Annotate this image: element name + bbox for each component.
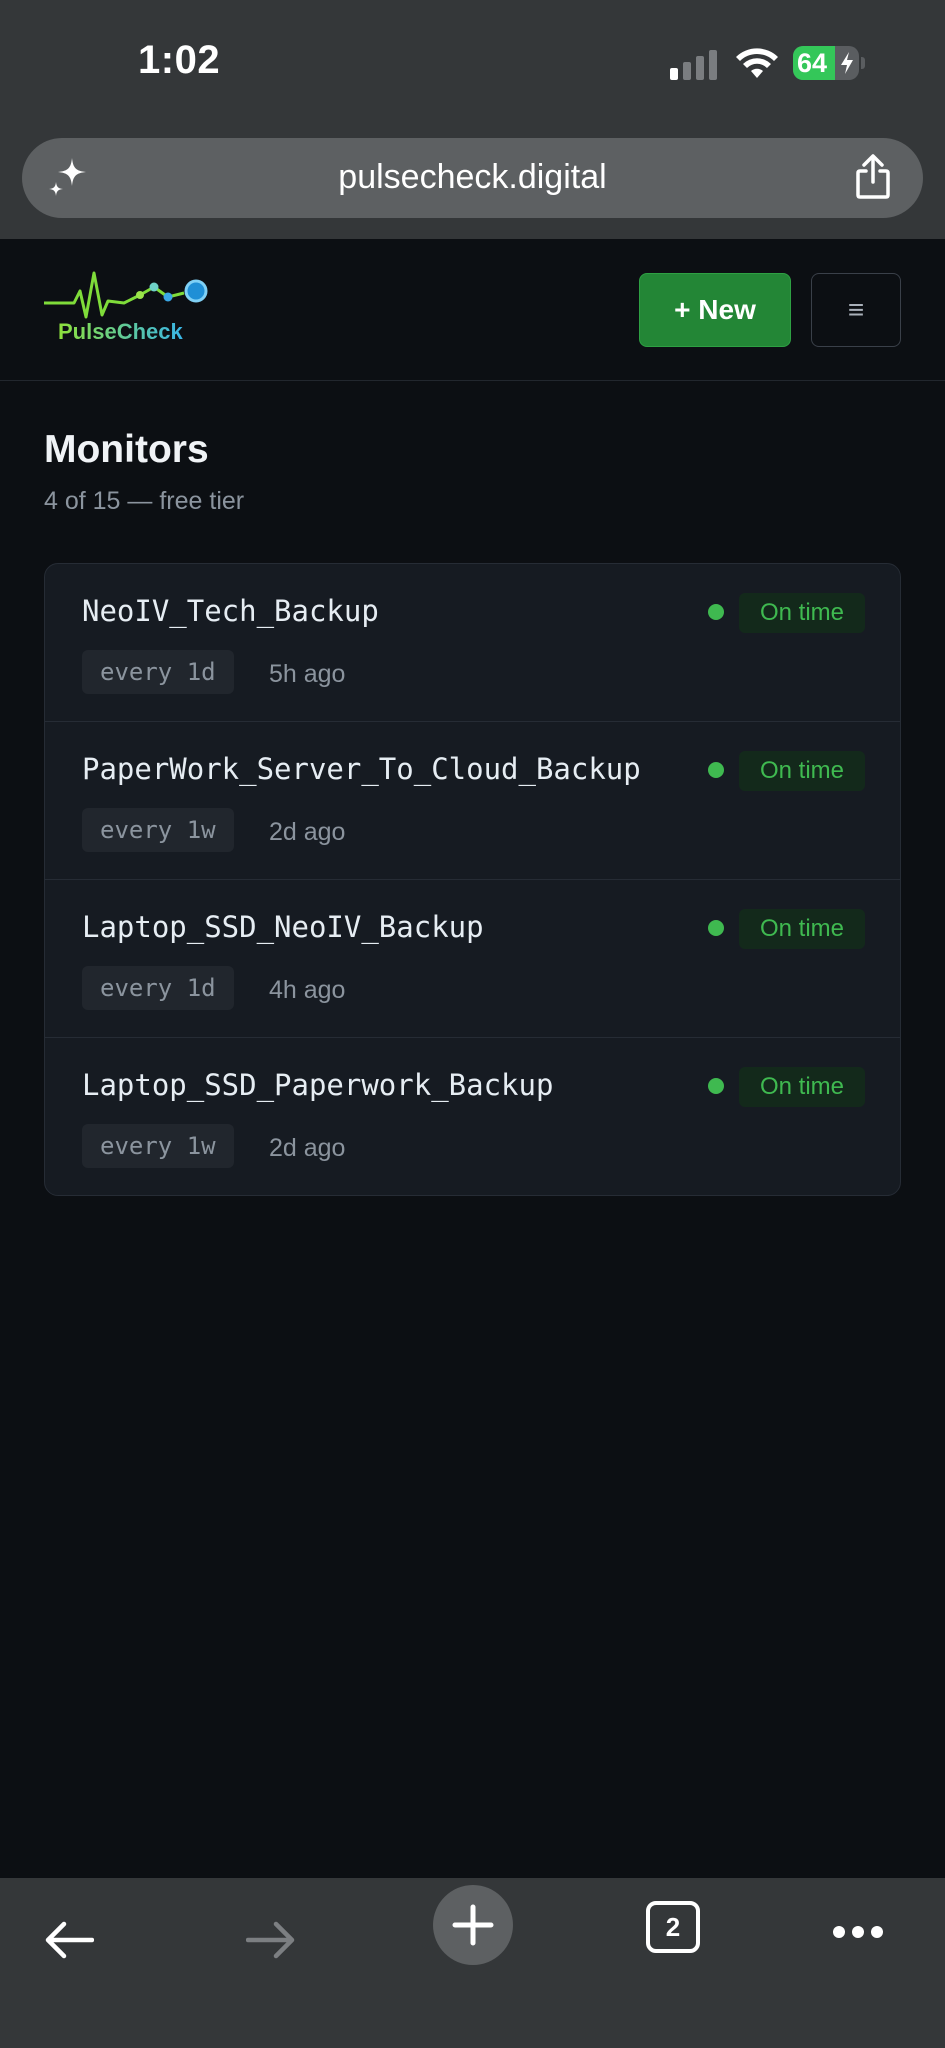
battery-tip xyxy=(861,57,865,69)
status-time: 1:02 xyxy=(138,38,221,82)
wifi-icon xyxy=(736,48,778,78)
monitor-list: NeoIV_Tech_Backup every 1d 5h ago On tim… xyxy=(44,563,901,1196)
status-dot-icon xyxy=(708,604,724,620)
back-arrow-icon[interactable] xyxy=(44,1920,94,1960)
status-dot-icon xyxy=(708,762,724,778)
page-title: Monitors xyxy=(44,428,209,471)
status-badge: On time xyxy=(739,1067,865,1107)
last-ping: 2d ago xyxy=(269,1134,346,1162)
interval-badge: every 1w xyxy=(82,1124,234,1168)
interval-badge: every 1d xyxy=(82,650,234,694)
status-badge: On time xyxy=(739,593,865,633)
url-bar[interactable]: pulsecheck.digital xyxy=(22,138,923,218)
new-tab-button[interactable] xyxy=(433,1885,513,1965)
status-badge: On time xyxy=(739,909,865,949)
last-ping: 4h ago xyxy=(269,976,346,1004)
interval-badge: every 1d xyxy=(82,966,234,1010)
monitor-name[interactable]: Laptop_SSD_NeoIV_Backup xyxy=(82,910,484,944)
monitor-name[interactable]: PaperWork_Server_To_Cloud_Backup xyxy=(82,752,641,786)
forward-arrow-icon[interactable] xyxy=(246,1920,296,1960)
menu-button[interactable]: ≡ xyxy=(811,273,901,347)
battery-percent: 64 xyxy=(797,48,828,78)
monitor-name[interactable]: Laptop_SSD_Paperwork_Backup xyxy=(82,1068,553,1102)
new-monitor-button[interactable]: + New xyxy=(639,273,791,347)
page-subtitle: 4 of 15 — free tier xyxy=(44,487,245,515)
monitor-row[interactable]: NeoIV_Tech_Backup every 1d 5h ago On tim… xyxy=(45,564,900,722)
app-header: PulseCheck + New ≡ xyxy=(0,239,945,381)
plus-icon xyxy=(452,1904,494,1946)
last-ping: 2d ago xyxy=(269,818,346,846)
interval-badge: every 1w xyxy=(82,808,234,852)
monitor-row[interactable]: Laptop_SSD_Paperwork_Backup every 1w 2d … xyxy=(45,1038,900,1195)
url-text[interactable]: pulsecheck.digital xyxy=(22,158,923,197)
battery-icon: 64 xyxy=(793,46,859,80)
charging-bolt-icon xyxy=(841,52,853,74)
share-icon[interactable] xyxy=(855,154,891,200)
last-ping: 5h ago xyxy=(269,660,346,688)
monitor-name[interactable]: NeoIV_Tech_Backup xyxy=(82,594,379,628)
signal-icon xyxy=(670,50,717,80)
monitor-row[interactable]: PaperWork_Server_To_Cloud_Backup every 1… xyxy=(45,722,900,880)
browser-top-chrome: 1:02 64 pulsecheck.digital xyxy=(0,0,945,239)
status-badge: On time xyxy=(739,751,865,791)
more-icon[interactable] xyxy=(832,1925,884,1939)
tabs-icon[interactable]: 2 xyxy=(646,1901,700,1953)
monitor-row[interactable]: Laptop_SSD_NeoIV_Backup every 1d 4h ago … xyxy=(45,880,900,1038)
logo-text: PulseCheck xyxy=(58,319,183,344)
status-dot-icon xyxy=(708,920,724,936)
status-dot-icon xyxy=(708,1078,724,1094)
